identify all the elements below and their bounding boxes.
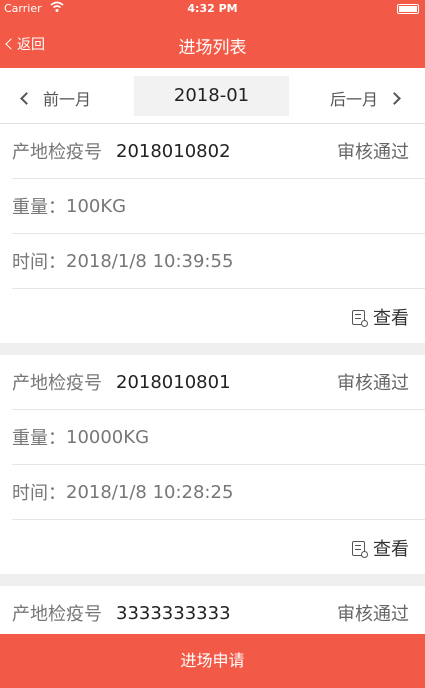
quarantine-number: 3333333333: [116, 602, 231, 624]
prev-month-button[interactable]: 前一月: [20, 86, 92, 110]
entry-apply-button[interactable]: 进场申请: [0, 634, 425, 688]
time-value: 2018/1/8 10:28:25: [66, 481, 234, 503]
view-label: 查看: [373, 539, 409, 560]
record-card: 产地检疫号 2018010801 审核通过 重量： 10000KG 时间： 20…: [0, 355, 425, 574]
weight-value: 10000KG: [66, 426, 150, 448]
weight-label: 重量：: [12, 428, 66, 449]
month-selector: 前一月 2018-01 后一月: [0, 68, 425, 124]
battery-icon: [397, 4, 419, 14]
quarantine-label: 产地检疫号: [12, 604, 102, 625]
action-row: 查看: [12, 520, 425, 574]
action-row: 查看: [12, 289, 425, 343]
chevron-right-icon: [388, 91, 401, 105]
quarantine-row: 产地检疫号 2018010801 审核通过: [12, 355, 425, 410]
time-label: 时间：: [12, 252, 66, 273]
record-card: 产地检疫号 2018010802 审核通过 重量： 100KG 时间： 2018…: [0, 124, 425, 343]
prev-month-label: 前一月: [43, 90, 92, 109]
next-month-label: 后一月: [329, 90, 378, 109]
view-button[interactable]: 查看: [352, 535, 409, 561]
time-label: 时间：: [12, 483, 66, 504]
weight-row: 重量： 10000KG: [12, 410, 425, 465]
next-month-button[interactable]: 后一月: [329, 86, 401, 110]
time-row: 时间： 2018/1/8 10:28:25: [12, 465, 425, 520]
document-search-icon: [352, 540, 368, 558]
time-value: 2018/1/8 10:39:55: [66, 250, 234, 272]
weight-label: 重量：: [12, 197, 66, 218]
status-badge: 审核通过: [337, 142, 409, 163]
view-button[interactable]: 查看: [352, 304, 409, 330]
quarantine-label: 产地检疫号: [12, 142, 102, 163]
chevron-left-icon: [20, 91, 33, 105]
quarantine-label: 产地检疫号: [12, 373, 102, 394]
quarantine-row: 产地检疫号 2018010802 审核通过: [12, 124, 425, 179]
status-bar: Carrier 4:32 PM: [0, 0, 425, 18]
weight-row: 重量： 100KG: [12, 179, 425, 234]
status-time: 4:32 PM: [187, 2, 238, 15]
record-card: 产地检疫号 3333333333 审核通过: [0, 586, 425, 641]
status-badge: 审核通过: [337, 373, 409, 394]
document-search-icon: [352, 309, 368, 327]
page-title: 进场列表: [178, 38, 247, 58]
weight-value: 100KG: [66, 195, 127, 217]
screen: Carrier 4:32 PM 返回 进场列表 前一月 2018-01 后一月 …: [0, 0, 425, 688]
nav-bar: 返回 进场列表: [0, 18, 425, 68]
status-badge: 审核通过: [337, 604, 409, 625]
quarantine-number: 2018010801: [116, 371, 231, 393]
quarantine-number: 2018010802: [116, 140, 231, 162]
current-month[interactable]: 2018-01: [134, 76, 289, 116]
record-list: 产地检疫号 2018010802 审核通过 重量： 100KG 时间： 2018…: [0, 124, 425, 653]
quarantine-row: 产地检疫号 3333333333 审核通过: [12, 586, 425, 641]
view-label: 查看: [373, 308, 409, 329]
time-row: 时间： 2018/1/8 10:39:55: [12, 234, 425, 289]
